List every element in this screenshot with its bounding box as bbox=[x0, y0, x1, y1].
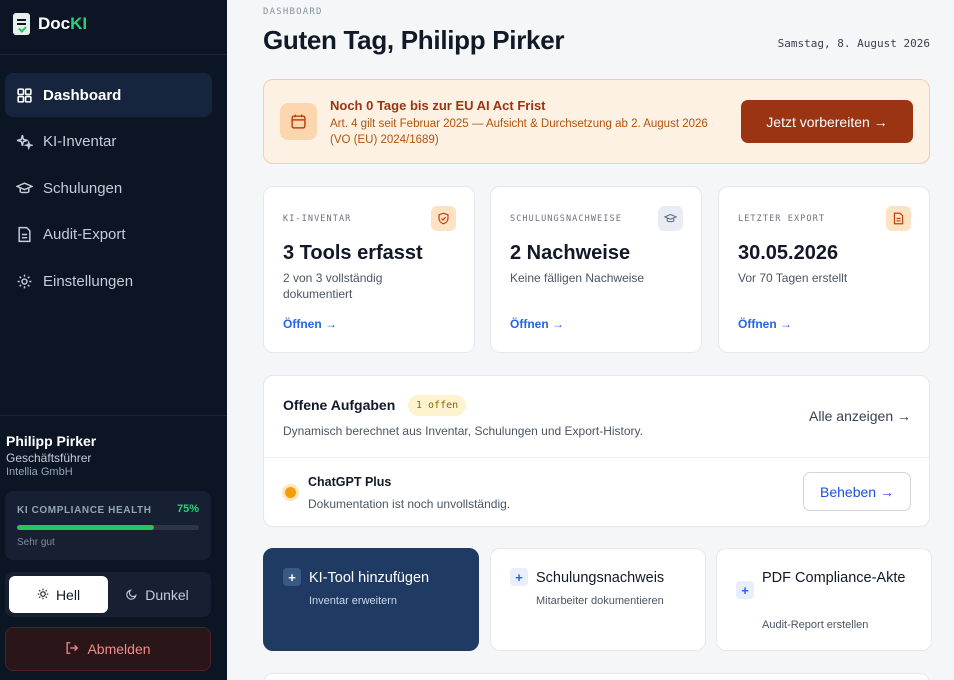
gear-icon bbox=[16, 273, 33, 290]
task-description: Dokumentation ist noch unvollständig. bbox=[308, 497, 511, 511]
tasks-title: Offene Aufgaben bbox=[283, 397, 396, 413]
next-section-card bbox=[263, 673, 930, 680]
action-title: KI-Tool hinzufügen bbox=[309, 570, 430, 586]
sidebar-item-label: Dashboard bbox=[43, 86, 122, 104]
stat-subtext: 2 von 3 vollständig dokumentiert bbox=[283, 271, 383, 301]
user-company: Intellia GmbH bbox=[6, 466, 73, 478]
theme-dark-button[interactable]: Dunkel bbox=[108, 576, 207, 613]
action-title: PDF Compliance-Akte bbox=[762, 570, 906, 586]
open-export-link[interactable]: Öffnen → bbox=[738, 317, 792, 331]
current-date: Samstag, 8. August 2026 bbox=[777, 37, 930, 50]
shield-icon bbox=[431, 206, 456, 231]
theme-light-label: Hell bbox=[55, 586, 81, 603]
prepare-now-button[interactable]: Jetzt vorbereiten → bbox=[741, 100, 913, 143]
sidebar-item-ki-inventar[interactable]: KI-Inventar bbox=[5, 119, 212, 163]
add-ki-tool-action[interactable]: + KI-Tool hinzufügen Inventar erweitern bbox=[263, 548, 479, 651]
open-inventory-link[interactable]: Öffnen → bbox=[283, 317, 337, 331]
tasks-count-badge: 1 offen bbox=[408, 395, 467, 416]
sidebar-item-schulungen[interactable]: Schulungen bbox=[5, 166, 212, 210]
open-tasks-card: Offene Aufgaben 1 offen Dynamisch berech… bbox=[263, 375, 930, 527]
sidebar-item-dashboard[interactable]: Dashboard bbox=[5, 73, 212, 117]
user-role: Geschäftsführer bbox=[6, 451, 92, 465]
tasks-divider bbox=[264, 457, 929, 458]
stat-label: LETZTER EXPORT bbox=[738, 214, 826, 224]
graduation-cap-icon bbox=[16, 180, 33, 197]
sparkles-icon bbox=[16, 133, 33, 150]
compliance-health-card: KI COMPLIANCE HEALTH 75% Sehr gut bbox=[5, 491, 211, 560]
show-all-link[interactable]: Alle anzeigen → bbox=[809, 408, 911, 424]
logo-icon bbox=[13, 13, 30, 35]
pdf-compliance-action[interactable]: + PDF Compliance-Akte Audit-Report erste… bbox=[716, 548, 932, 651]
brand[interactable]: DocKI bbox=[13, 12, 87, 36]
action-subtitle: Audit-Report erstellen bbox=[762, 619, 869, 631]
stat-label: KI-INVENTAR bbox=[283, 214, 352, 224]
plus-icon: + bbox=[736, 581, 754, 599]
stat-value: 2 Nachweise bbox=[510, 242, 631, 264]
tasks-subtitle: Dynamisch berechnet aus Inventar, Schulu… bbox=[283, 424, 643, 438]
alert-text: Art. 4 gilt seit Februar 2025 — Aufsicht… bbox=[330, 118, 708, 146]
action-title: Schulungsnachweis bbox=[536, 570, 665, 586]
fix-task-button[interactable]: Beheben → bbox=[803, 472, 911, 511]
sun-icon bbox=[37, 587, 49, 603]
health-progress-track bbox=[17, 525, 199, 530]
action-subtitle: Mitarbeiter dokumentieren bbox=[536, 595, 664, 607]
page-eyebrow: DASHBOARD bbox=[263, 7, 323, 17]
health-percent: 75% bbox=[176, 503, 199, 515]
plus-icon: + bbox=[283, 568, 301, 586]
grid-icon bbox=[16, 87, 33, 104]
deadline-alert: Noch 0 Tage bis zur EU AI Act Frist Art.… bbox=[263, 79, 930, 164]
theme-light-button[interactable]: Hell bbox=[9, 576, 108, 613]
stat-subtext: Vor 70 Tagen erstellt bbox=[738, 271, 848, 285]
document-icon bbox=[16, 226, 33, 243]
sidebar-divider bbox=[0, 54, 227, 55]
stat-value: 3 Tools erfasst bbox=[283, 242, 423, 264]
logout-button[interactable]: Abmelden bbox=[5, 627, 211, 671]
theme-toggle: Hell Dunkel bbox=[5, 572, 211, 617]
moon-icon bbox=[126, 587, 138, 603]
health-progress-fill bbox=[17, 525, 154, 530]
user-name: Philipp Pirker bbox=[6, 433, 97, 449]
calendar-icon bbox=[280, 103, 317, 140]
logout-label: Abmelden bbox=[87, 641, 151, 657]
training-record-action[interactable]: + Schulungsnachweis Mitarbeiter dokument… bbox=[490, 548, 706, 651]
health-label: KI COMPLIANCE HEALTH bbox=[17, 505, 152, 516]
health-status: Sehr gut bbox=[17, 537, 55, 548]
open-trainings-link[interactable]: Öffnen → bbox=[510, 317, 564, 331]
stat-card-inventory: KI-INVENTAR 3 Tools erfasst 2 von 3 voll… bbox=[263, 186, 475, 353]
sidebar-item-audit-export[interactable]: Audit-Export bbox=[5, 212, 212, 256]
sidebar: DocKI Dashboard KI-Inventar Schulungen A… bbox=[0, 0, 227, 680]
stat-label: SCHULUNGSNACHWEISE bbox=[510, 214, 622, 224]
graduation-cap-icon bbox=[658, 206, 683, 231]
sidebar-item-label: Audit-Export bbox=[43, 225, 126, 243]
stat-subtext: Keine fälligen Nachweise bbox=[510, 271, 645, 285]
sidebar-item-label: Schulungen bbox=[43, 179, 123, 197]
sidebar-divider bbox=[0, 415, 227, 416]
action-subtitle: Inventar erweitern bbox=[309, 595, 398, 607]
brand-name: DocKI bbox=[38, 14, 88, 33]
plus-icon: + bbox=[510, 568, 528, 586]
page-title: Guten Tag, Philipp Pirker bbox=[263, 25, 565, 55]
document-icon bbox=[886, 206, 911, 231]
stat-card-export: LETZTER EXPORT 30.05.2026 Vor 70 Tagen e… bbox=[718, 186, 930, 353]
task-name: ChatGPT Plus bbox=[308, 475, 392, 489]
warning-dot-icon bbox=[285, 487, 296, 498]
sidebar-item-label: KI-Inventar bbox=[43, 132, 117, 150]
sidebar-item-einstellungen[interactable]: Einstellungen bbox=[5, 259, 212, 303]
logout-icon bbox=[65, 641, 79, 658]
sidebar-item-label: Einstellungen bbox=[43, 272, 134, 290]
stat-card-trainings: SCHULUNGSNACHWEISE 2 Nachweise Keine fäl… bbox=[490, 186, 702, 353]
theme-dark-label: Dunkel bbox=[145, 586, 189, 603]
alert-title: Noch 0 Tage bis zur EU AI Act Frist bbox=[330, 98, 546, 113]
stat-value: 30.05.2026 bbox=[738, 242, 839, 264]
